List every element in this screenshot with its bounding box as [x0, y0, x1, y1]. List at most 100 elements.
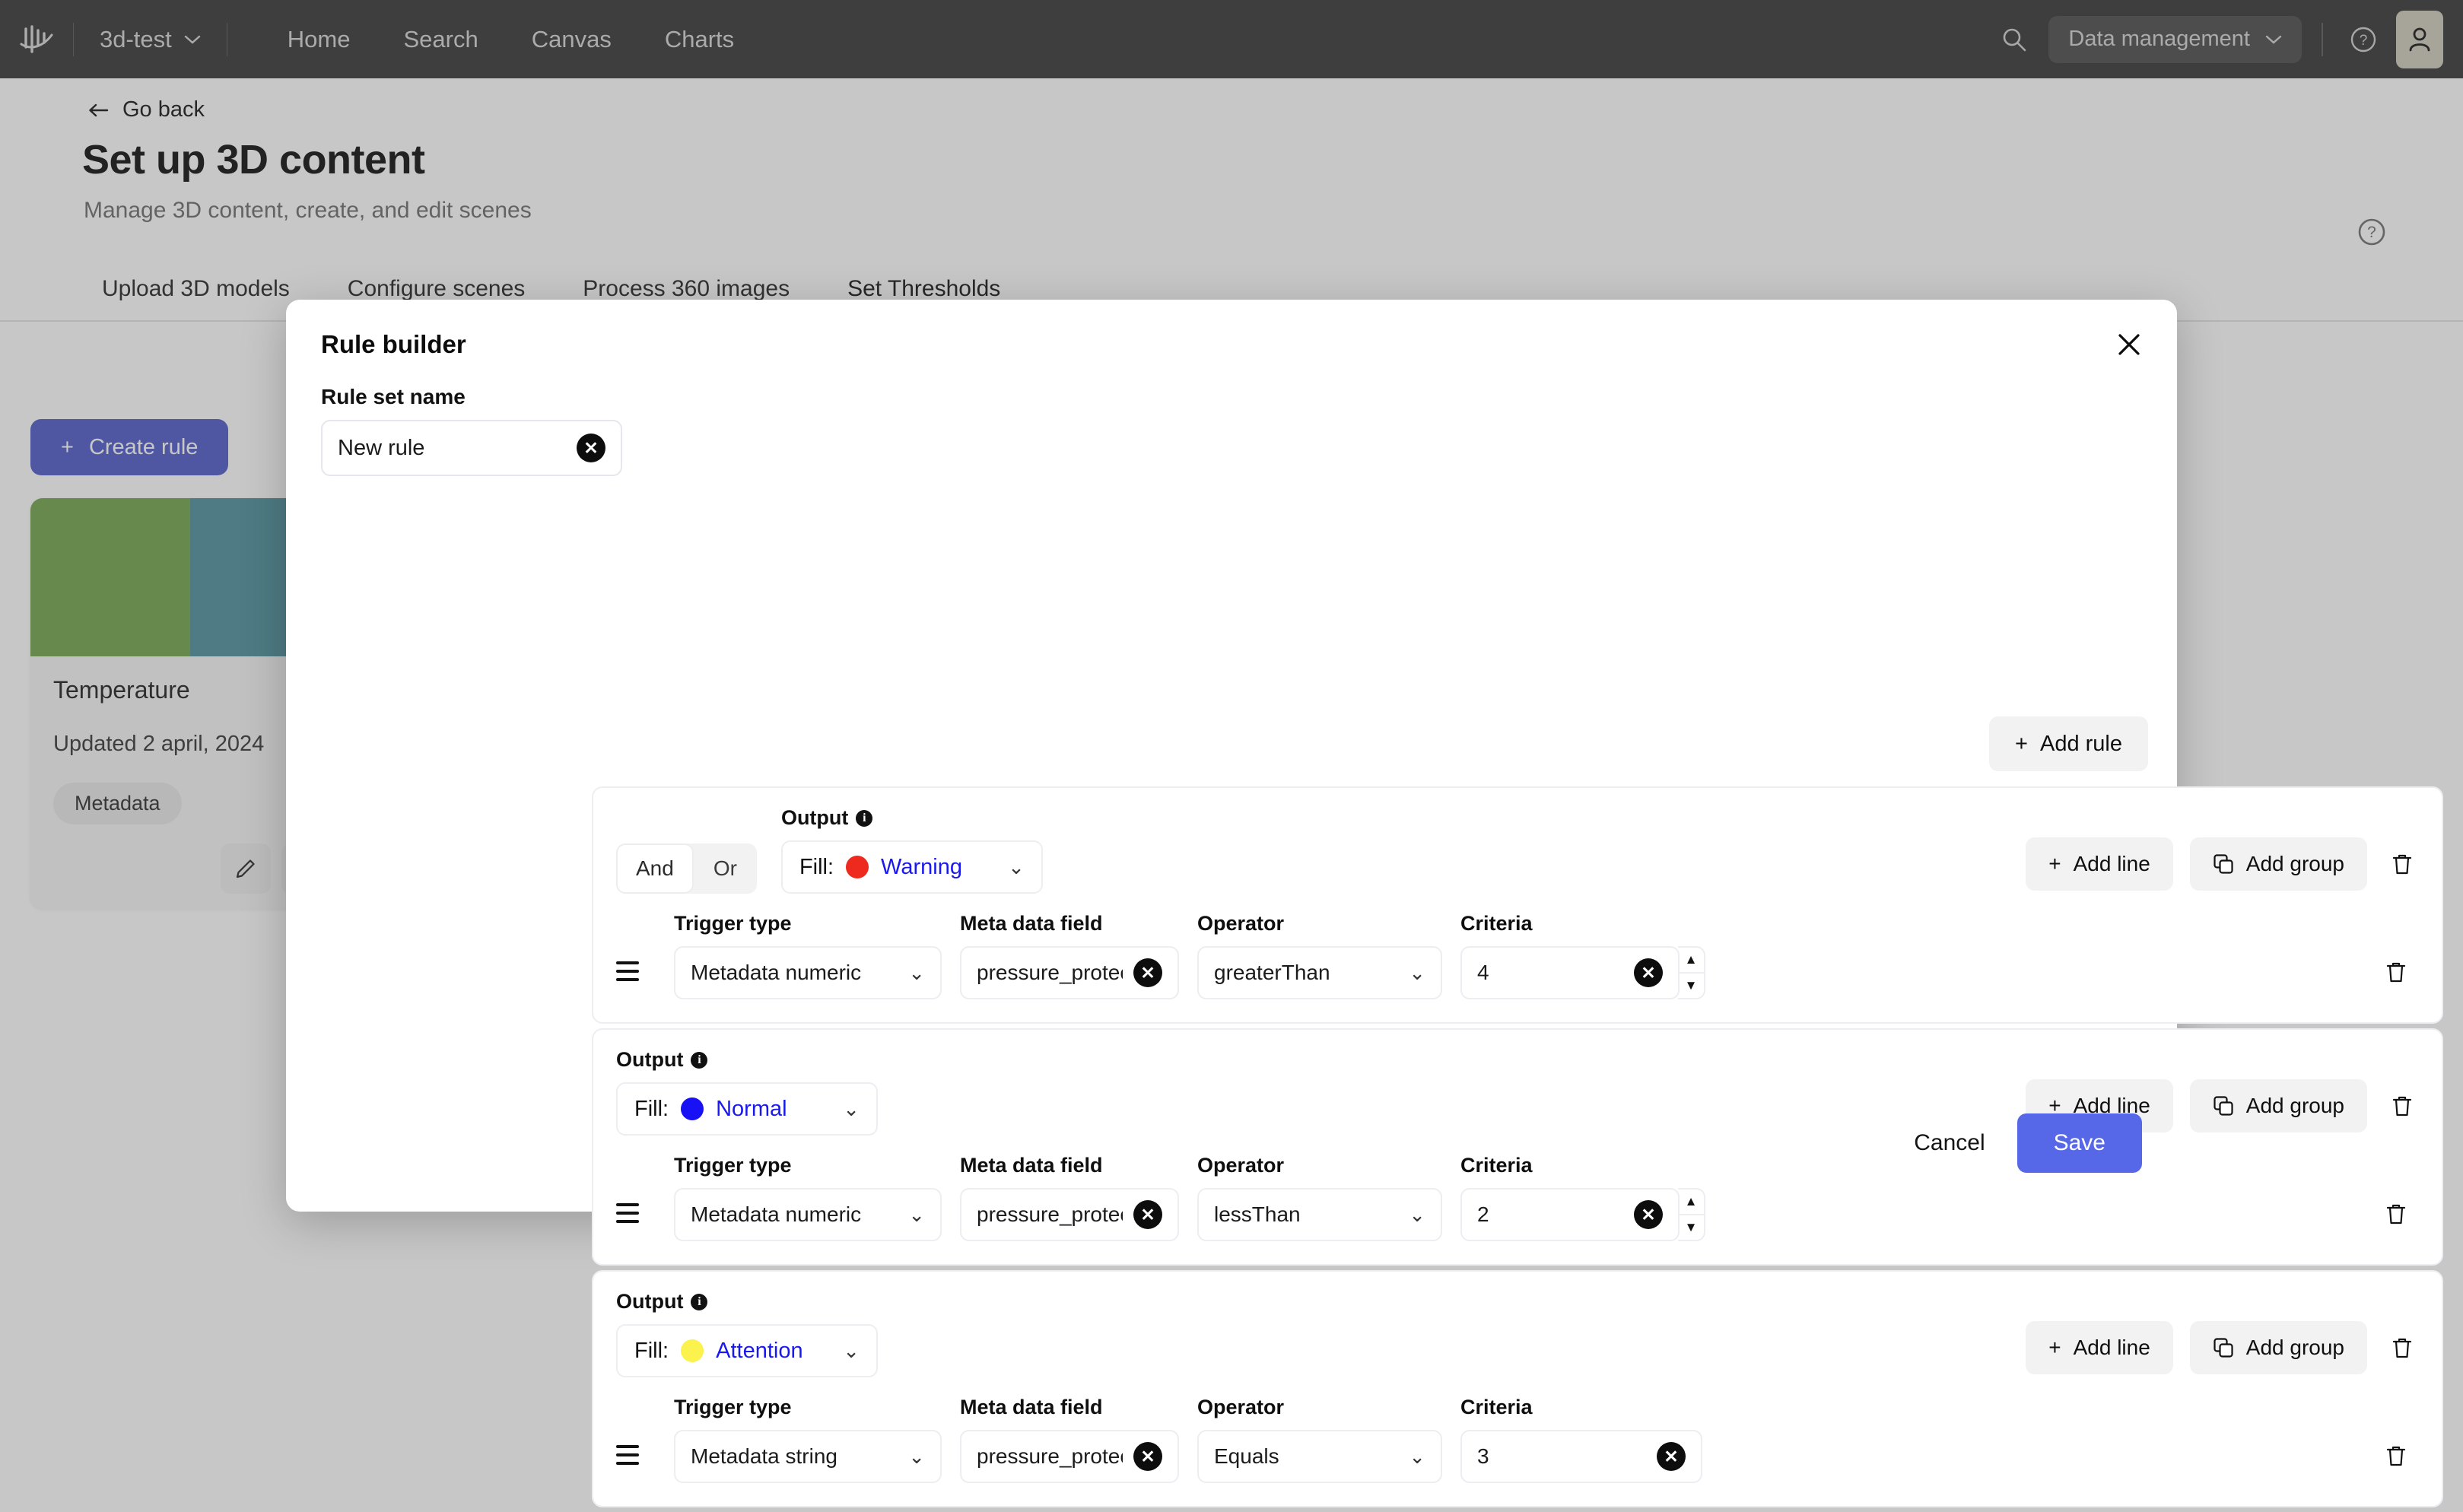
- chevron-down-icon: ⌄: [1008, 855, 1025, 878]
- add-line-button[interactable]: + Add line: [2026, 837, 2173, 891]
- fill-select[interactable]: Fill: Warning ⌄: [780, 840, 1043, 894]
- add-rule-label: Add rule: [2039, 731, 2122, 756]
- criteria-label: Criteria: [1460, 912, 1533, 935]
- stepper-up-icon[interactable]: ▲: [1678, 948, 1704, 974]
- rule-set-name-value: New rule: [338, 435, 425, 460]
- rule-set-name-input[interactable]: New rule ✕: [321, 420, 622, 476]
- meta-data-field: Meta data field pressure_protec... ✕: [960, 912, 1179, 999]
- add-line-button[interactable]: + Add line: [2026, 1321, 2173, 1374]
- output-label: Output: [616, 1290, 684, 1313]
- plus-icon: +: [2048, 1336, 2061, 1359]
- trigger-type-value: Metadata string: [691, 1444, 837, 1468]
- fill-select[interactable]: Fill: Attention ⌄: [616, 1324, 878, 1377]
- stepper-down-icon[interactable]: ▼: [1678, 1215, 1704, 1240]
- drag-handle-icon[interactable]: [616, 945, 648, 998]
- clear-icon[interactable]: ✕: [577, 434, 605, 462]
- criteria-value: 3: [1477, 1444, 1489, 1468]
- cancel-button[interactable]: Cancel: [1914, 1130, 1985, 1156]
- delete-group-trash-icon[interactable]: [2384, 1329, 2420, 1366]
- close-icon[interactable]: [2109, 324, 2150, 365]
- trigger-type-select[interactable]: Metadata numeric ⌄: [674, 946, 942, 999]
- criteria-input[interactable]: 4 ✕: [1460, 946, 1680, 999]
- criteria-field: Criteria 4 ✕ ▲ ▼: [1460, 912, 1705, 999]
- delete-group-trash-icon[interactable]: [2384, 846, 2420, 882]
- rule-group-header: Output i Fill: Attention ⌄ + Add line Ad…: [593, 1272, 2442, 1382]
- fill-label: Fill:: [799, 854, 834, 879]
- criteria-label: Criteria: [1460, 1396, 1533, 1418]
- rule-set-name-label: Rule set name: [321, 385, 466, 408]
- meta-data-field-input[interactable]: pressure_protec... ✕: [960, 946, 1179, 999]
- copy-icon: [2214, 1338, 2233, 1358]
- logic-toggle-and[interactable]: And: [616, 843, 694, 894]
- trigger-type-field: Trigger type Metadata numeric ⌄: [674, 912, 942, 999]
- meta-data-field-label: Meta data field: [960, 1396, 1103, 1418]
- meta-data-field-input[interactable]: pressure_protec... ✕: [960, 1430, 1179, 1483]
- operator-value: Equals: [1214, 1444, 1279, 1468]
- criteria-stepper[interactable]: ▲ ▼: [1678, 946, 1705, 999]
- trigger-type-label: Trigger type: [674, 1396, 792, 1418]
- output-label: Output: [616, 1048, 684, 1071]
- info-icon[interactable]: i: [691, 1293, 708, 1310]
- save-button[interactable]: Save: [2016, 1113, 2142, 1173]
- group-header-actions: + Add line Add group: [2026, 1321, 2420, 1374]
- copy-icon: [2214, 1096, 2233, 1116]
- chevron-down-icon: ⌄: [1409, 961, 1425, 984]
- group-header-actions: + Add line Add group: [2026, 837, 2420, 891]
- chevron-down-icon: ⌄: [908, 1444, 925, 1468]
- output-column: Output i Fill: Warning ⌄: [780, 806, 1043, 898]
- logic-toggle-or[interactable]: Or: [694, 843, 757, 894]
- rule-row: Trigger type Metadata string ⌄ Meta data…: [593, 1382, 2442, 1506]
- criteria-input[interactable]: 3 ✕: [1460, 1430, 1702, 1483]
- operator-field: Operator greaterThan ⌄: [1197, 912, 1442, 999]
- delete-group-trash-icon[interactable]: [2384, 1088, 2420, 1124]
- add-group-button[interactable]: Add group: [2189, 837, 2367, 891]
- add-group-button[interactable]: Add group: [2189, 1321, 2367, 1374]
- fill-value: Warning: [881, 854, 962, 879]
- logic-toggle[interactable]: And Or: [616, 843, 757, 894]
- trigger-type-select[interactable]: Metadata string ⌄: [674, 1430, 942, 1483]
- clear-icon[interactable]: ✕: [1133, 1442, 1162, 1471]
- operator-select[interactable]: greaterThan ⌄: [1197, 946, 1442, 999]
- delete-line-trash-icon[interactable]: [2378, 1196, 2414, 1232]
- operator-select[interactable]: Equals ⌄: [1197, 1430, 1442, 1483]
- add-group-button[interactable]: Add group: [2189, 1079, 2367, 1132]
- clear-icon[interactable]: ✕: [1634, 958, 1663, 987]
- criteria-field: Criteria 3 ✕: [1460, 1396, 1702, 1483]
- add-line-label: Add line: [2073, 1336, 2150, 1359]
- delete-line-trash-icon[interactable]: [2378, 1437, 2414, 1474]
- rule-group: Output i Fill: Attention ⌄ + Add line Ad…: [592, 1270, 2443, 1507]
- output-label-wrap: Output i: [781, 806, 1043, 830]
- meta-data-field: Meta data field pressure_protec... ✕: [960, 1396, 1179, 1483]
- operator-value: greaterThan: [1214, 961, 1330, 984]
- plus-icon: +: [2048, 852, 2061, 875]
- clear-icon[interactable]: ✕: [1133, 958, 1162, 987]
- rule-group: And Or Output i Fill: Warning ⌄ + Add li…: [592, 786, 2443, 1024]
- trigger-type-value: Metadata numeric: [691, 961, 862, 984]
- meta-data-field-label: Meta data field: [960, 912, 1103, 935]
- add-rule-button[interactable]: + Add rule: [1989, 716, 2148, 771]
- copy-icon: [2214, 854, 2233, 874]
- rule-row: Trigger type Metadata numeric ⌄ Meta dat…: [593, 898, 2442, 1022]
- clear-icon[interactable]: ✕: [1657, 1442, 1686, 1471]
- stepper-down-icon[interactable]: ▼: [1678, 974, 1704, 998]
- criteria-input-wrap: 4 ✕ ▲ ▼: [1460, 946, 1705, 999]
- drag-handle-icon[interactable]: [616, 1428, 648, 1482]
- info-icon[interactable]: i: [856, 809, 873, 827]
- operator-field: Operator Equals ⌄: [1197, 1396, 1442, 1483]
- trigger-type-field: Trigger type Metadata string ⌄: [674, 1396, 942, 1483]
- rule-builder-modal: Rule builder Rule set name New rule ✕ + …: [286, 300, 2443, 1507]
- trigger-type-label: Trigger type: [674, 912, 792, 935]
- chevron-down-icon: ⌄: [1409, 1444, 1425, 1468]
- output-label-wrap: Output i: [616, 1290, 878, 1313]
- operator-label: Operator: [1197, 1396, 1285, 1418]
- add-group-label: Add group: [2245, 1336, 2344, 1359]
- criteria-value: 4: [1477, 961, 1489, 984]
- modal-footer: Cancel Save: [286, 1075, 2177, 1212]
- fill-color-dot: [846, 856, 869, 878]
- info-icon[interactable]: i: [691, 1051, 708, 1069]
- chevron-down-icon: ⌄: [843, 1339, 860, 1362]
- fill-value: Attention: [716, 1338, 803, 1363]
- plus-icon: +: [2015, 731, 2028, 756]
- delete-line-trash-icon[interactable]: [2378, 954, 2414, 990]
- add-line-label: Add line: [2073, 852, 2150, 875]
